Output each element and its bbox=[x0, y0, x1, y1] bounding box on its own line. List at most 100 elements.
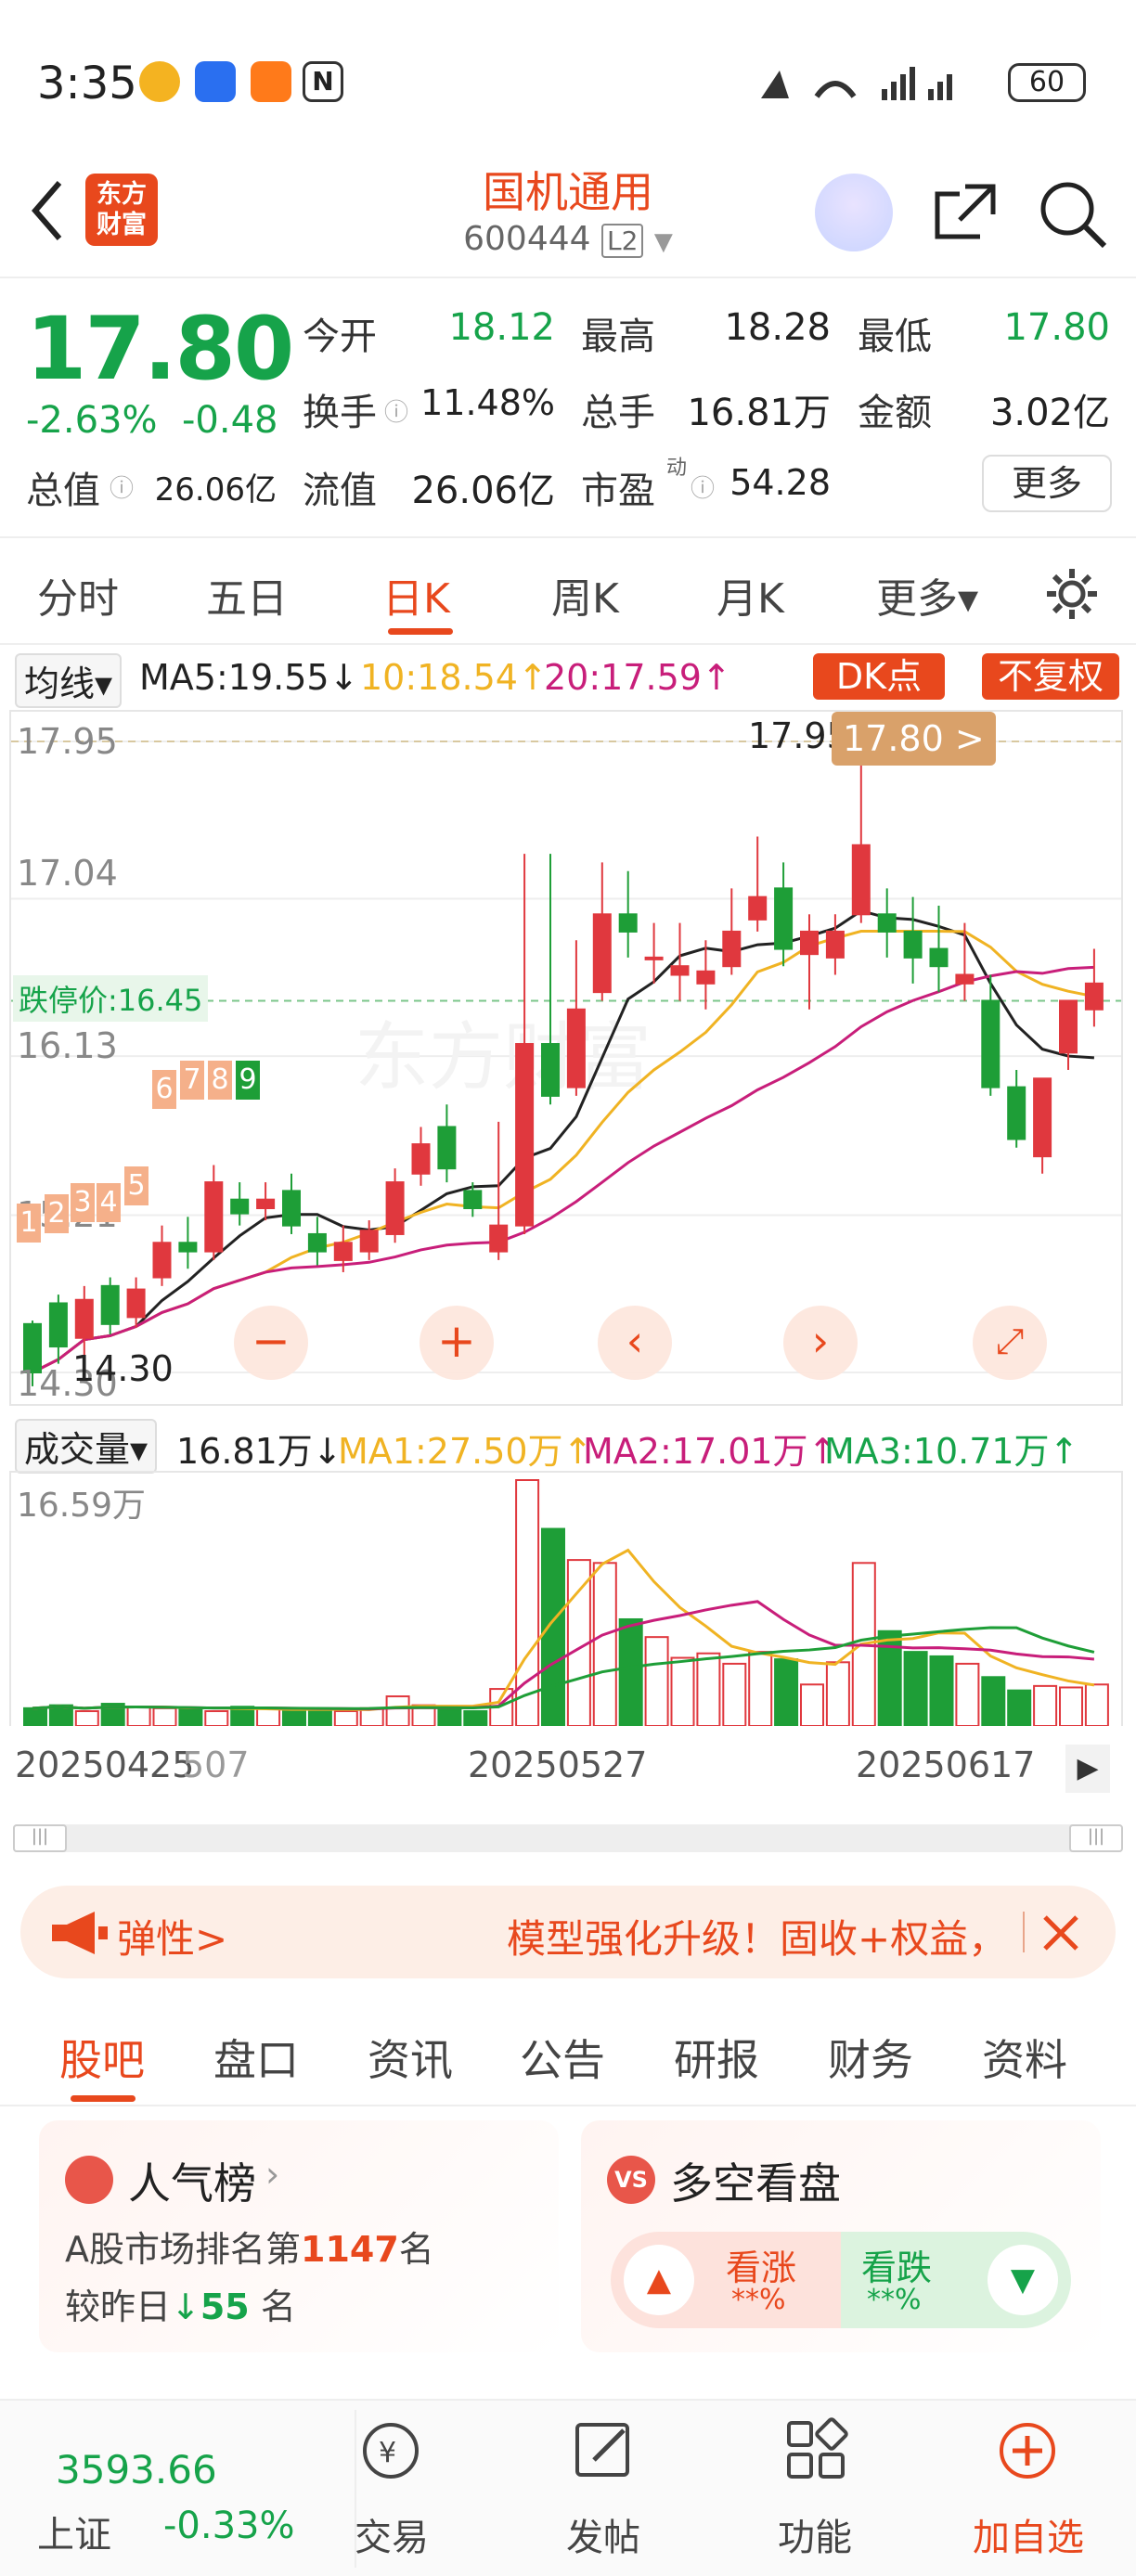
candle-body bbox=[618, 913, 638, 933]
stock-code: 600444 bbox=[463, 220, 591, 258]
stock-header: 东方 财富 国机通用 600444 L2 ▼ bbox=[0, 153, 1136, 278]
zoom-in-button[interactable]: + bbox=[420, 1306, 494, 1380]
tab-monthly-k[interactable]: 月K bbox=[716, 565, 784, 625]
turnover-value: 11.48% bbox=[420, 382, 555, 423]
edit-icon[interactable] bbox=[572, 2417, 637, 2482]
vote-down-button[interactable]: 看跌 **% ▼ bbox=[841, 2232, 1071, 2328]
popularity-title: 人气榜 bbox=[128, 2158, 256, 2209]
zoom-out-button[interactable]: − bbox=[234, 1306, 308, 1380]
search-icon[interactable] bbox=[1036, 177, 1110, 251]
volume-bar bbox=[929, 1655, 954, 1726]
candle-body bbox=[566, 1008, 586, 1088]
autohome-icon bbox=[195, 61, 236, 102]
date-label-3: 20250527 bbox=[468, 1745, 648, 1785]
limit-down-label: 跌停价:16.45 bbox=[13, 975, 209, 1022]
banner-main-text: 模型强化升级！固收+权益， bbox=[507, 1916, 1008, 1962]
battery-icon: 60 bbox=[1008, 63, 1086, 102]
price-tag[interactable]: 17.80 > bbox=[832, 712, 996, 766]
candle-body bbox=[1033, 1077, 1052, 1158]
tab-five-day[interactable]: 五日 bbox=[206, 565, 288, 625]
rank-icon bbox=[65, 2156, 113, 2204]
signal-marker: 4 bbox=[97, 1183, 121, 1222]
gear-icon[interactable] bbox=[1043, 565, 1101, 623]
ma-selector[interactable]: 均线▾ bbox=[15, 653, 123, 708]
scroll-handle-left[interactable]: ||| bbox=[13, 1824, 67, 1852]
scroll-handle-right[interactable]: ||| bbox=[1069, 1824, 1123, 1852]
candle-body bbox=[1084, 982, 1104, 1011]
chevron-left-icon[interactable]: ‹ bbox=[598, 1306, 672, 1380]
chart-scrollbar[interactable]: ||| ||| bbox=[13, 1824, 1123, 1852]
nav-trade[interactable]: 交易 bbox=[327, 2507, 457, 2561]
volume-bar bbox=[722, 1662, 747, 1726]
index-value[interactable]: 3593.66 bbox=[56, 2447, 217, 2492]
chevron-right-icon[interactable]: › bbox=[783, 1306, 858, 1380]
more-button[interactable]: 更多 bbox=[982, 455, 1112, 512]
kline-chart[interactable]: 东方财富 17.95 17.04 16.13 15.21 14.30 跌停价:1… bbox=[9, 710, 1123, 1406]
tab-announcements[interactable]: 公告 bbox=[520, 2027, 605, 2088]
tab-news[interactable]: 资讯 bbox=[368, 2027, 453, 2088]
signal-icons bbox=[761, 67, 952, 100]
tab-profile[interactable]: 资料 bbox=[982, 2027, 1067, 2088]
volume-bar bbox=[541, 1527, 565, 1726]
signal-marker: 7 bbox=[180, 1061, 204, 1100]
info-tabs: 股吧 盘口 资讯 公告 研报 财务 资料 bbox=[0, 2004, 1136, 2106]
kline-svg: 东方财富 bbox=[11, 741, 1121, 1386]
popularity-card[interactable]: 人气榜 › A股市场排名第1147名 较昨日↓55 名 bbox=[39, 2120, 559, 2352]
vote-up-pct: **% bbox=[731, 2284, 786, 2316]
fullscreen-icon[interactable]: ⤢ bbox=[973, 1306, 1047, 1380]
info-icon[interactable]: ⓘ bbox=[110, 470, 134, 504]
level-badge: L2 bbox=[601, 224, 644, 258]
vote-up-button[interactable]: ▲ 看涨 **% bbox=[611, 2232, 841, 2328]
volume-bar bbox=[282, 1710, 306, 1726]
rank-diff-line: 较昨日↓55 名 bbox=[65, 2286, 296, 2327]
tab-weekly-k[interactable]: 周K bbox=[551, 565, 619, 625]
volume-bar bbox=[644, 1636, 669, 1726]
y-label-2: 17.04 bbox=[17, 853, 118, 894]
play-icon[interactable]: ▶ bbox=[1065, 1745, 1110, 1793]
share-icon[interactable] bbox=[928, 177, 1000, 250]
volume-bar bbox=[152, 1707, 177, 1726]
candle-body bbox=[437, 1126, 457, 1170]
open-label: 今开 bbox=[303, 316, 377, 358]
promo-banner[interactable]: 弹性> 模型强化升级！固收+权益， bbox=[20, 1886, 1116, 1978]
low-value: 17.80 bbox=[1003, 306, 1110, 349]
nav-add-watchlist[interactable]: 加自选 bbox=[963, 2507, 1093, 2561]
candle-body bbox=[748, 895, 768, 921]
dk-point-button[interactable]: DK点 bbox=[813, 653, 945, 700]
volume-bar bbox=[74, 1710, 99, 1726]
tab-pankou[interactable]: 盘口 bbox=[213, 2027, 299, 2088]
tab-more[interactable]: 更多▾ bbox=[876, 565, 978, 625]
volume-bar bbox=[1059, 1686, 1083, 1726]
signal-marker: 8 bbox=[208, 1061, 232, 1100]
nav-functions[interactable]: 功能 bbox=[750, 2507, 880, 2561]
volume-selector[interactable]: 成交量▾ bbox=[15, 1419, 158, 1474]
volume-label: 总手 bbox=[581, 392, 655, 434]
volume-bar bbox=[670, 1656, 695, 1726]
candle-body bbox=[463, 1190, 483, 1210]
signal-marker: 6 bbox=[152, 1070, 176, 1109]
tab-daily-k[interactable]: 日K bbox=[382, 565, 450, 625]
ma10-value: 10:18.54↑ bbox=[360, 657, 548, 698]
ai-assistant-icon[interactable] bbox=[815, 174, 893, 251]
trade-icon[interactable]: ¥ bbox=[358, 2417, 423, 2482]
apps-icon[interactable] bbox=[783, 2417, 848, 2482]
tab-research[interactable]: 研报 bbox=[674, 2027, 759, 2088]
float-label: 流值 bbox=[303, 470, 377, 512]
info-icon[interactable]: ⓘ bbox=[691, 470, 715, 504]
info-icon[interactable]: ⓘ bbox=[384, 393, 408, 428]
add-circle-icon[interactable] bbox=[995, 2417, 1060, 2482]
close-icon[interactable] bbox=[1038, 1910, 1084, 1956]
candle-body bbox=[774, 887, 794, 950]
no-adjust-button[interactable]: 不复权 bbox=[982, 653, 1119, 700]
volume-bar bbox=[748, 1651, 773, 1726]
volume-bar bbox=[385, 1695, 410, 1726]
volume-chart[interactable]: 16.59万 bbox=[9, 1471, 1123, 1726]
nav-post[interactable]: 发帖 bbox=[538, 2507, 668, 2561]
tab-finance[interactable]: 财务 bbox=[828, 2027, 913, 2088]
amount-label: 金额 bbox=[858, 392, 932, 434]
pe-label: 市盈 bbox=[581, 470, 655, 512]
tab-intraday[interactable]: 分时 bbox=[37, 565, 119, 625]
tab-guba[interactable]: 股吧 bbox=[59, 2027, 145, 2088]
candle-body bbox=[903, 930, 923, 959]
turnover-label: 换手 bbox=[303, 392, 377, 434]
